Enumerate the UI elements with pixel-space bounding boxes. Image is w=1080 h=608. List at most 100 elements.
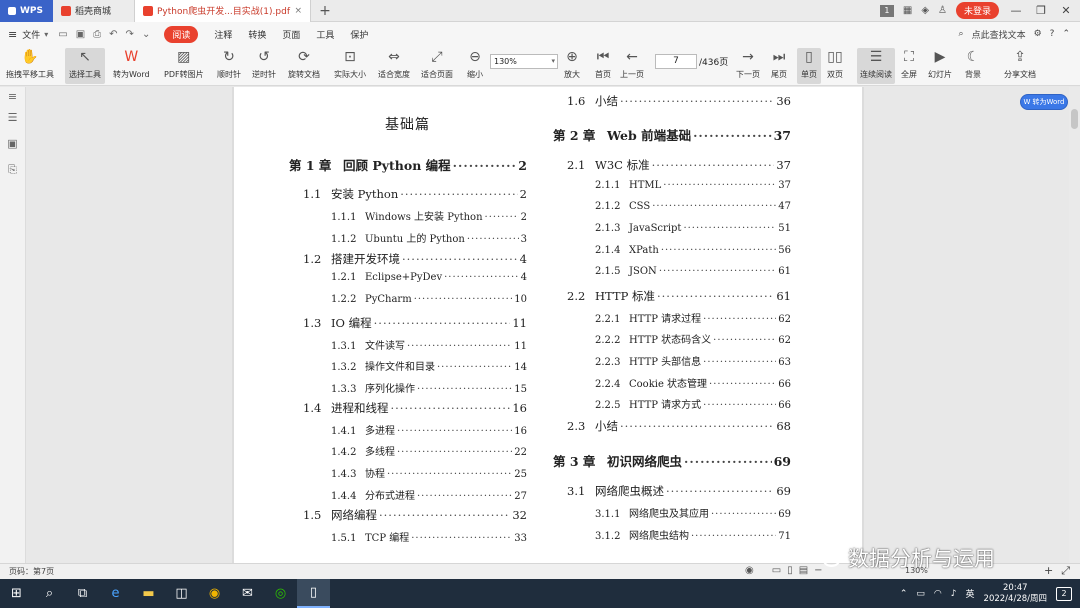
start-icon[interactable]: ⊞ bbox=[0, 579, 33, 608]
status-single-icon[interactable]: ▭ bbox=[772, 565, 781, 576]
toc-entry-sub[interactable]: 1.2.2 PyCharm 10 bbox=[331, 294, 527, 305]
settings-icon[interactable]: ⚙ bbox=[1034, 29, 1042, 39]
toc-entry-sub[interactable]: 1.4.2 多线程 22 bbox=[331, 443, 527, 458]
toc-entry-sub[interactable]: 2.2.3 HTTP 头部信息 63 bbox=[595, 353, 791, 368]
status-continuous-icon[interactable]: ▤ bbox=[799, 565, 808, 576]
search-taskbar-icon[interactable]: ⌕ bbox=[33, 579, 66, 608]
toc-entry-sub[interactable]: 1.1.1 Windows 上安装 Python 2 bbox=[331, 208, 527, 223]
toc-entry-section[interactable]: 2.1 W3C 标准 37 bbox=[567, 157, 791, 173]
toc-entry-section[interactable]: 1.1 安装 Python 2 bbox=[303, 186, 527, 202]
vertical-scrollbar[interactable] bbox=[1069, 87, 1080, 563]
toc-entry-sub[interactable]: 2.1.2 CSS 47 bbox=[595, 201, 791, 212]
hamburger-icon[interactable]: ≡ bbox=[8, 28, 17, 41]
floating-to-word-button[interactable]: W 转为Word bbox=[1020, 94, 1068, 110]
toc-entry-sub[interactable]: 2.1.4 XPath 56 bbox=[595, 245, 791, 256]
zoom-out-button[interactable]: ⊖ 缩小 bbox=[466, 48, 484, 84]
prev-page-button[interactable]: ← 上一页 bbox=[620, 48, 644, 84]
toc-entry-sub[interactable]: 3.1.1 网络爬虫及其应用 69 bbox=[595, 505, 791, 520]
menu-annotate[interactable]: 注释 bbox=[214, 28, 232, 41]
panel-handle-icon[interactable]: ≡ bbox=[6, 90, 19, 103]
tab-pdf-document[interactable]: Python爬虫开发...目实战(1).pdf × bbox=[135, 0, 311, 22]
scrollbar-thumb[interactable] bbox=[1071, 109, 1078, 129]
wechat-icon[interactable]: ◎ bbox=[264, 579, 297, 608]
toc-entry-sub[interactable]: 1.3.3 序列化操作 15 bbox=[331, 380, 527, 395]
slideshow-button[interactable]: ▶ 幻灯片 bbox=[928, 48, 952, 84]
skin-icon[interactable]: ◈ bbox=[921, 5, 929, 16]
toc-entry-sub[interactable]: 1.3.1 文件读写 11 bbox=[331, 337, 527, 352]
background-button[interactable]: ☾ 背景 bbox=[964, 48, 982, 84]
file-explorer-icon[interactable]: ▬ bbox=[132, 579, 165, 608]
fit-page-button[interactable]: ⤢ 适合页面 bbox=[421, 48, 453, 84]
menu-convert[interactable]: 转换 bbox=[248, 28, 266, 41]
toc-entry-sub[interactable]: 1.5.1 TCP 编程 33 bbox=[331, 529, 527, 544]
to-word-button[interactable]: W 转为Word bbox=[113, 48, 150, 84]
pdf-page[interactable]: 基础篇 第 1 章回顾 Python 编程21.1安装 Python21.1.1… bbox=[234, 87, 862, 563]
first-page-button[interactable]: ⏮ 首页 bbox=[594, 48, 612, 84]
wifi-icon[interactable]: ◠ bbox=[934, 589, 942, 599]
toc-entry-sub[interactable]: 2.2.5 HTTP 请求方式 66 bbox=[595, 396, 791, 411]
single-page-button[interactable]: ▯ 单页 bbox=[797, 48, 821, 84]
toc-entry-section[interactable]: 2.2 HTTP 标准 61 bbox=[567, 288, 791, 304]
store-icon[interactable]: ◫ bbox=[165, 579, 198, 608]
mail-icon[interactable]: ✉ bbox=[231, 579, 264, 608]
redo-icon[interactable]: ↷ bbox=[126, 29, 134, 40]
input-language[interactable]: 英 bbox=[966, 587, 975, 600]
toc-entry-chapter[interactable]: 第 1 章回顾 Python 编程 2 bbox=[289, 155, 527, 174]
fullscreen-button[interactable]: ⛶ 全屏 bbox=[900, 48, 918, 84]
open-icon[interactable]: ▭ bbox=[58, 29, 67, 40]
file-dropdown-icon[interactable]: ▾ bbox=[44, 30, 48, 39]
page-number-input[interactable]: 7 bbox=[655, 54, 697, 69]
tab-close-icon[interactable]: × bbox=[294, 6, 302, 16]
menu-page[interactable]: 页面 bbox=[282, 28, 300, 41]
grid-icon[interactable]: ▦ bbox=[903, 5, 912, 16]
toc-entry-sub[interactable]: 1.1.2 Ubuntu 上的 Python 3 bbox=[331, 230, 527, 245]
tab-wps-home[interactable]: WPS bbox=[0, 0, 53, 22]
toc-entry-section[interactable]: 2.3 小结 68 bbox=[567, 418, 791, 434]
double-page-button[interactable]: ▯▯ 双页 bbox=[826, 48, 844, 84]
select-tool-button[interactable]: ↖ 选择工具 bbox=[65, 48, 105, 84]
status-zoom-in-icon[interactable]: + bbox=[1044, 564, 1053, 578]
save-icon[interactable]: ▣ bbox=[76, 29, 85, 40]
network-icon[interactable]: ▭ bbox=[916, 589, 925, 599]
menu-read[interactable]: 阅读 bbox=[164, 25, 199, 43]
rotate-doc-button[interactable]: ⟳ 旋转文档 bbox=[288, 48, 320, 84]
notification-center-icon[interactable]: 2 bbox=[1056, 586, 1072, 601]
print-icon[interactable]: ⎙ bbox=[93, 29, 101, 40]
actual-size-button[interactable]: ⊡ 实际大小 bbox=[334, 48, 366, 84]
toc-entry-sub[interactable]: 2.1.3 JavaScript 51 bbox=[595, 223, 791, 234]
attachment-icon[interactable]: ⎘ bbox=[6, 163, 19, 176]
shirt-icon[interactable]: ♙ bbox=[938, 5, 947, 16]
toc-entry-sub[interactable]: 3.1.2 网络爬虫结构 71 bbox=[595, 527, 791, 542]
task-view-icon[interactable]: ⧉ bbox=[66, 579, 99, 608]
tab-docer-mall[interactable]: 稻壳商城 bbox=[53, 0, 135, 22]
minimize-icon[interactable]: — bbox=[1008, 4, 1024, 17]
toc-entry-sub[interactable]: 2.1.1 HTML 37 bbox=[595, 180, 791, 191]
toc-entry-sub[interactable]: 1.3.2 操作文件和目录 14 bbox=[331, 358, 527, 373]
menu-tools[interactable]: 工具 bbox=[316, 28, 334, 41]
toc-entry-section[interactable]: 1.2 搭建开发环境 4 bbox=[303, 251, 527, 267]
toc-entry-section[interactable]: 1.5 网络编程 32 bbox=[303, 507, 527, 523]
chrome-icon[interactable]: ◉ bbox=[198, 579, 231, 608]
zoom-select[interactable]: 130% ▾ bbox=[490, 54, 558, 69]
toc-entry-sub[interactable]: 2.1.5 JSON 61 bbox=[595, 266, 791, 277]
clock[interactable]: 20:47 2022/4/28/周四 bbox=[984, 583, 1047, 605]
rotate-ccw-button[interactable]: ↺ 逆时针 bbox=[252, 48, 276, 84]
fit-width-button[interactable]: ⇔ 适合宽度 bbox=[378, 48, 410, 84]
menu-file[interactable]: 文件 bbox=[22, 28, 40, 41]
toc-entry-sub[interactable]: 2.2.1 HTTP 请求过程 62 bbox=[595, 310, 791, 325]
undo-icon[interactable]: ↶ bbox=[109, 29, 117, 40]
thumbnail-icon[interactable]: ▣ bbox=[6, 137, 19, 150]
toc-entry-sub[interactable]: 1.4.3 协程 25 bbox=[331, 465, 527, 480]
help-icon[interactable]: ? bbox=[1050, 29, 1055, 39]
toc-entry-chapter[interactable]: 第 3 章初识网络爬虫 69 bbox=[553, 451, 791, 470]
close-window-icon[interactable]: ✕ bbox=[1058, 4, 1074, 17]
new-tab-button[interactable]: + bbox=[311, 0, 339, 22]
toc-entry-sub[interactable]: 2.2.2 HTTP 状态码含义 62 bbox=[595, 331, 791, 346]
toc-entry-sub[interactable]: 1.4.4 分布式进程 27 bbox=[331, 487, 527, 502]
toc-entry-sub[interactable]: 1.2.1 Eclipse+PyDev 4 bbox=[331, 272, 527, 283]
toc-entry-section[interactable]: 1.6 小结 36 bbox=[567, 93, 791, 109]
zoom-in-button[interactable]: ⊕ 放大 bbox=[563, 48, 581, 84]
rotate-cw-button[interactable]: ↻ 顺时针 bbox=[217, 48, 241, 84]
continuous-read-button[interactable]: ☰ 连续阅读 bbox=[857, 48, 895, 84]
pdf-to-image-button[interactable]: ▨ PDF转图片 bbox=[164, 48, 204, 84]
